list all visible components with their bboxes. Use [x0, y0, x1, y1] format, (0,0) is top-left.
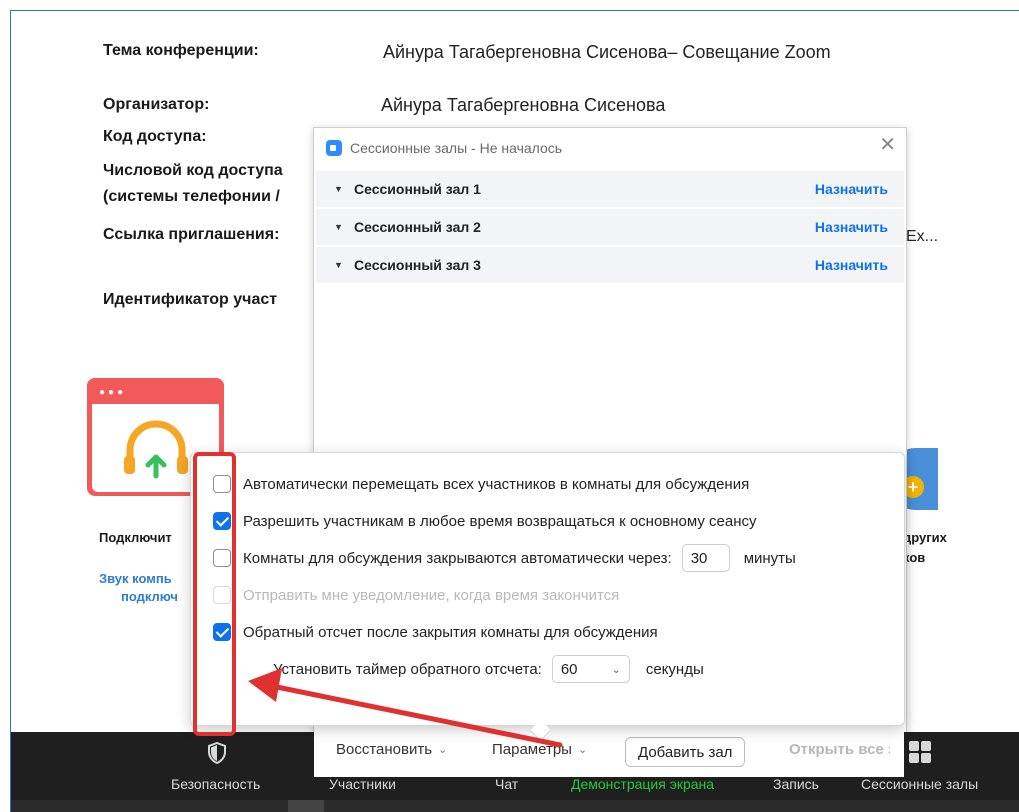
annotation-arrow-icon [248, 668, 563, 748]
